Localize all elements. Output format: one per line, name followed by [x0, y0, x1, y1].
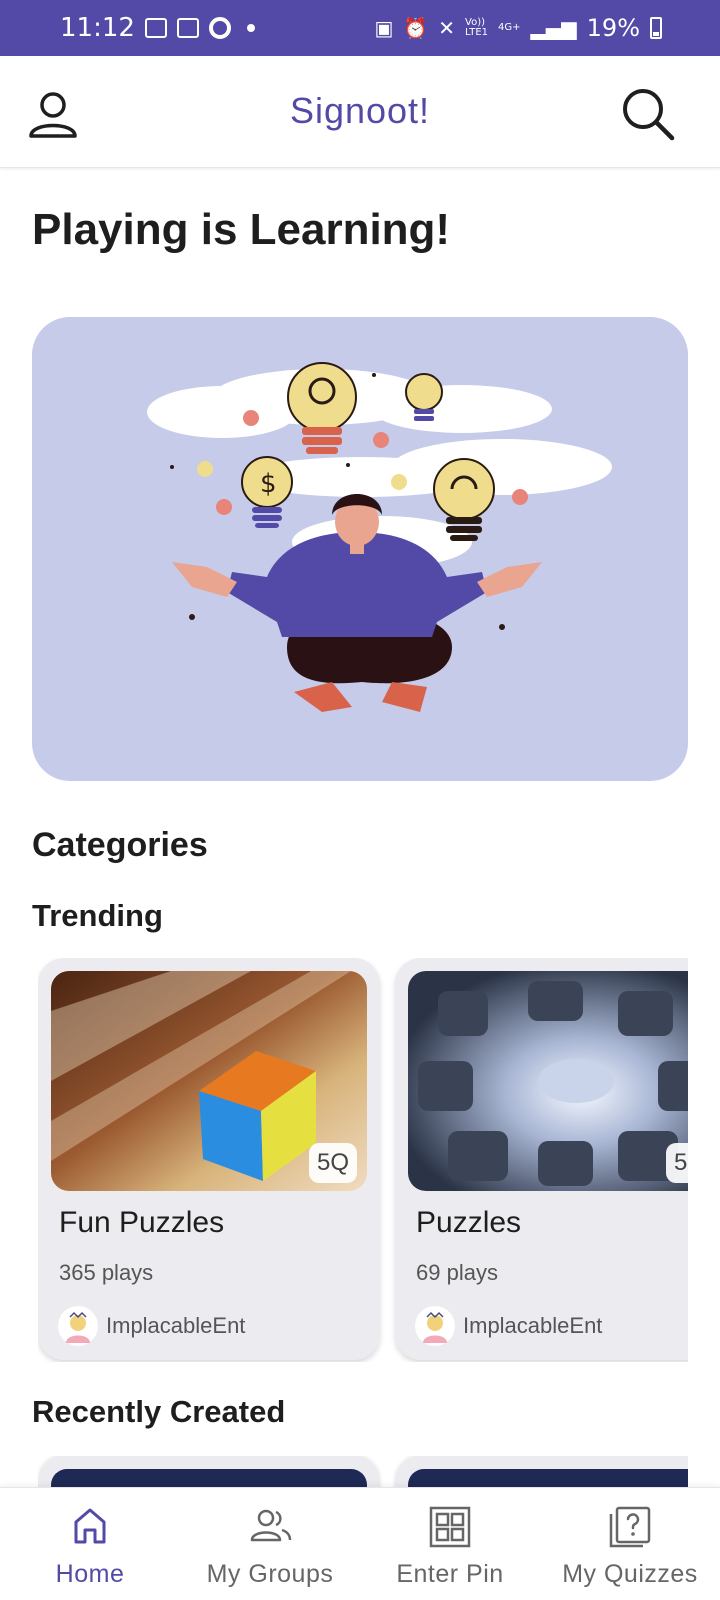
- quiz-card[interactable]: [395, 1456, 688, 1488]
- calendar-icon: [144, 18, 167, 38]
- search-icon: [623, 89, 675, 141]
- battery-icon: [650, 17, 662, 39]
- author-name: ImplacableEnt: [106, 1313, 246, 1338]
- status-left: 11:12: [60, 13, 255, 43]
- quiz-author: ImplacableEnt: [415, 1306, 602, 1346]
- quiz-title: Fun Puzzles: [59, 1206, 225, 1239]
- trending-heading: Trending: [32, 898, 163, 933]
- quiz-thumbnail: [408, 1469, 688, 1488]
- recently-created-heading: Recently Created: [32, 1394, 286, 1429]
- quiz-icon: [609, 1506, 651, 1548]
- bottom-navigation: Home My Groups Enter Pin My Quizzes: [0, 1487, 720, 1600]
- app-title: Signoot!: [289, 90, 431, 131]
- quiz-card[interactable]: 5Q Puzzles 69 plays ImplacableEnt: [395, 958, 688, 1360]
- grid-icon: [429, 1506, 471, 1548]
- groups-icon: [250, 1509, 292, 1542]
- sync-icon: [208, 17, 231, 39]
- quiz-thumbnail: 5Q: [408, 971, 688, 1191]
- nav-my-groups-label: My Groups: [206, 1560, 334, 1588]
- alarm-icon: ⏰: [403, 16, 429, 40]
- avatar: [415, 1306, 455, 1346]
- network-type-label: 4G+: [498, 22, 521, 33]
- camera-icon: [176, 18, 199, 38]
- signal-icon: ▂▄▆: [530, 16, 577, 40]
- avatar-icon: [423, 1311, 447, 1343]
- battery-percent: 19%: [586, 14, 640, 42]
- hero-heading: Playing is Learning!: [32, 205, 451, 254]
- quiz-thumbnail: [51, 1469, 367, 1488]
- nav-enter-pin[interactable]: Enter Pin: [360, 1488, 540, 1600]
- quiz-author: ImplacableEnt: [58, 1306, 245, 1346]
- trending-carousel[interactable]: 5Q Fun Puzzles 365 plays ImplacableEnt 5…: [38, 958, 688, 1362]
- status-right: ▣ ⏰ ✕ Vo)) LTE1 4G+ ▂▄▆ 19%: [374, 14, 662, 42]
- nav-home-label: Home: [55, 1560, 125, 1588]
- mute-icon: ✕: [438, 16, 456, 40]
- hero-banner-illustration: $: [32, 317, 688, 781]
- quiz-thumbnail: 5Q: [51, 971, 367, 1191]
- nav-enter-pin-label: Enter Pin: [396, 1560, 504, 1588]
- categories-heading: Categories: [32, 826, 208, 864]
- nav-my-groups[interactable]: My Groups: [180, 1488, 360, 1600]
- home-icon: [74, 1508, 106, 1544]
- status-time: 11:12: [60, 13, 135, 43]
- lock-icon: ▣: [374, 16, 394, 40]
- recently-created-carousel[interactable]: [38, 1456, 688, 1488]
- question-count-badge: 5Q: [308, 1143, 357, 1183]
- app-bar: Signoot!: [0, 56, 720, 168]
- search-button[interactable]: [620, 86, 676, 142]
- notification-dot-icon: [246, 24, 255, 32]
- svg-text:$: $: [260, 469, 277, 499]
- avatar: [58, 1306, 98, 1346]
- nav-my-quizzes[interactable]: My Quizzes: [540, 1488, 720, 1600]
- volte-label: Vo)) LTE1: [465, 17, 488, 38]
- quiz-title: Puzzles: [416, 1206, 522, 1239]
- quiz-card[interactable]: [38, 1456, 380, 1488]
- avatar-icon: [66, 1311, 90, 1343]
- author-name: ImplacableEnt: [463, 1313, 603, 1338]
- nav-home[interactable]: Home: [0, 1488, 180, 1600]
- nav-my-quizzes-label: My Quizzes: [562, 1560, 698, 1588]
- quiz-plays: 69 plays: [416, 1260, 498, 1285]
- quiz-plays: 365 plays: [59, 1260, 154, 1285]
- question-count-badge: 5Q: [665, 1143, 688, 1183]
- quiz-card[interactable]: 5Q Fun Puzzles 365 plays ImplacableEnt: [38, 958, 380, 1360]
- status-bar: 11:12 ▣ ⏰ ✕ Vo)) LTE1 4G+ ▂▄▆ 19%: [0, 0, 720, 56]
